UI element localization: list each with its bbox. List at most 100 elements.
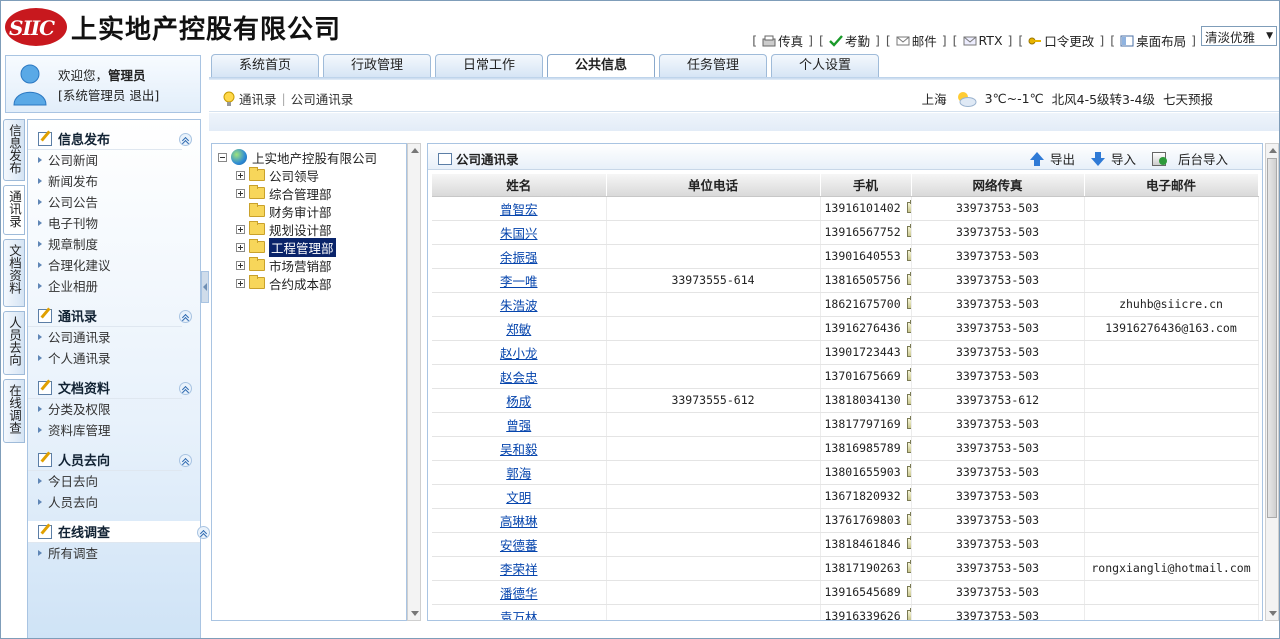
expand-icon[interactable] [236, 224, 245, 234]
expand-icon[interactable] [236, 188, 245, 198]
contact-name-link[interactable]: 郑敏 [506, 322, 531, 337]
sidebar-item[interactable]: 公司通讯录 [28, 327, 200, 348]
expand-icon[interactable] [236, 278, 245, 288]
breadcrumb-root[interactable]: 通讯录 [239, 89, 277, 108]
collapse-up-icon[interactable] [179, 454, 192, 467]
contact-name-link[interactable]: 赵会忠 [500, 370, 538, 385]
vtab-4[interactable]: 在线调查 [3, 379, 25, 443]
tree-node[interactable]: 综合管理部 [236, 184, 332, 202]
contact-name-link[interactable]: 潘德华 [500, 586, 538, 601]
tree-node[interactable]: 财务审计部 [236, 202, 332, 220]
sms-phone-icon[interactable] [906, 320, 910, 333]
collapse-up-icon[interactable] [197, 526, 210, 539]
sms-phone-icon[interactable] [906, 392, 910, 405]
expand-icon[interactable] [236, 242, 245, 252]
vtab-2[interactable]: 文档资料 [3, 239, 25, 307]
sidebar-item[interactable]: 分类及权限 [28, 399, 200, 420]
tree-node[interactable]: 市场营销部 [236, 256, 332, 274]
toolbar-fax-button[interactable]: 传真 [762, 31, 803, 50]
sidebar-group-header[interactable]: 通讯录 [28, 305, 192, 327]
sidebar-item[interactable]: 今日去向 [28, 471, 200, 492]
sms-phone-icon[interactable] [906, 536, 910, 549]
contact-name-link[interactable]: 郭海 [506, 466, 531, 481]
sms-phone-icon[interactable] [906, 248, 910, 261]
sidebar-item[interactable]: 新闻发布 [28, 171, 200, 192]
sms-phone-icon[interactable] [906, 440, 910, 453]
export-button[interactable]: 导出 [1029, 149, 1075, 168]
sms-phone-icon[interactable] [906, 368, 910, 381]
tree-node[interactable]: 工程管理部 [236, 237, 336, 257]
tab-3[interactable]: 公共信息 [547, 54, 655, 78]
contact-name-link[interactable]: 李荣祥 [500, 562, 538, 577]
collapse-icon[interactable] [218, 152, 227, 162]
toolbar-checkmark-button[interactable]: 考勤 [829, 31, 870, 50]
sidebar-item[interactable]: 人员去向 [28, 492, 200, 513]
sidebar-item[interactable]: 资料库管理 [28, 420, 200, 441]
sidebar-item[interactable]: 所有调查 [28, 543, 200, 564]
logout-link[interactable]: 退出] [129, 88, 159, 103]
sms-phone-icon[interactable] [906, 200, 910, 213]
directory-scrollbar[interactable] [1265, 143, 1279, 621]
sms-phone-icon[interactable] [906, 344, 910, 357]
tab-5[interactable]: 个人设置 [771, 54, 879, 77]
sidebar-group-header[interactable]: 在线调查 [28, 521, 210, 543]
toolbar-mail-button[interactable]: 邮件 [896, 31, 937, 50]
contact-name-link[interactable]: 高琳琳 [500, 514, 538, 529]
expand-icon[interactable] [236, 260, 245, 270]
vtab-1[interactable]: 通讯录 [3, 185, 25, 235]
tree-node[interactable]: 公司领导 [236, 166, 319, 184]
tab-4[interactable]: 任务管理 [659, 54, 767, 77]
sidebar-item[interactable]: 电子刊物 [28, 213, 200, 234]
contact-name-link[interactable]: 袁万林 [500, 610, 538, 621]
sidebar-group-header[interactable]: 人员去向 [28, 449, 192, 471]
collapse-up-icon[interactable] [179, 382, 192, 395]
toolbar-key-button[interactable]: 口令更改 [1028, 31, 1094, 50]
sidebar-item[interactable]: 企业相册 [28, 276, 200, 297]
sidebar-item[interactable]: 规章制度 [28, 234, 200, 255]
expand-icon[interactable] [236, 170, 245, 180]
sms-phone-icon[interactable] [906, 416, 910, 429]
column-header[interactable]: 单位电话 [606, 174, 821, 197]
backend-import-button[interactable]: 后台导入 [1151, 149, 1228, 168]
contact-name-link[interactable]: 文明 [506, 490, 531, 505]
contact-name-link[interactable]: 朱国兴 [500, 226, 538, 241]
import-button[interactable]: 导入 [1090, 149, 1136, 168]
sidebar-item[interactable]: 公司公告 [28, 192, 200, 213]
sms-phone-icon[interactable] [906, 272, 910, 285]
sms-phone-icon[interactable] [906, 488, 910, 501]
sidebar-group-header[interactable]: 信息发布 [28, 128, 192, 150]
sms-phone-icon[interactable] [906, 296, 910, 309]
tab-2[interactable]: 日常工作 [435, 54, 543, 77]
contact-name-link[interactable]: 朱浩波 [500, 298, 538, 313]
sms-phone-icon[interactable] [906, 608, 910, 620]
sms-phone-icon[interactable] [906, 560, 910, 573]
contact-name-link[interactable]: 李一唯 [500, 274, 538, 289]
vtab-3[interactable]: 人员去向 [3, 311, 25, 375]
weather-forecast-link[interactable]: 七天预报 [1163, 89, 1213, 108]
role-link[interactable]: [系统管理员 [58, 88, 125, 103]
contact-name-link[interactable]: 安德蕃 [500, 538, 538, 553]
sidebar-group-header[interactable]: 文档资料 [28, 377, 192, 399]
contact-name-link[interactable]: 杨成 [506, 394, 531, 409]
collapse-up-icon[interactable] [179, 310, 192, 323]
tree-root[interactable]: 上实地产控股有限公司 [218, 148, 377, 166]
contact-name-link[interactable]: 吴和毅 [500, 442, 538, 457]
column-header[interactable]: 网络传真 [911, 174, 1085, 197]
tree-node[interactable]: 规划设计部 [236, 220, 332, 238]
column-header[interactable]: 电子邮件 [1084, 174, 1259, 197]
sms-phone-icon[interactable] [906, 584, 910, 597]
contact-name-link[interactable]: 赵小龙 [500, 346, 538, 361]
sms-phone-icon[interactable] [906, 224, 910, 237]
contact-name-link[interactable]: 曾智宏 [500, 202, 538, 217]
vtab-0[interactable]: 信息发布 [3, 119, 25, 181]
toolbar-layout-button[interactable]: 桌面布局 [1120, 31, 1186, 50]
tab-0[interactable]: 系统首页 [211, 54, 319, 77]
collapse-up-icon[interactable] [179, 133, 192, 146]
scrollbar-thumb[interactable] [1267, 158, 1277, 518]
contact-name-link[interactable]: 余振强 [500, 250, 538, 265]
sms-phone-icon[interactable] [906, 512, 910, 525]
theme-select[interactable]: 清淡优雅 ▼ [1201, 26, 1277, 46]
sidebar-item[interactable]: 个人通讯录 [28, 348, 200, 369]
sms-phone-icon[interactable] [906, 464, 910, 477]
tree-node[interactable]: 合约成本部 [236, 274, 332, 292]
